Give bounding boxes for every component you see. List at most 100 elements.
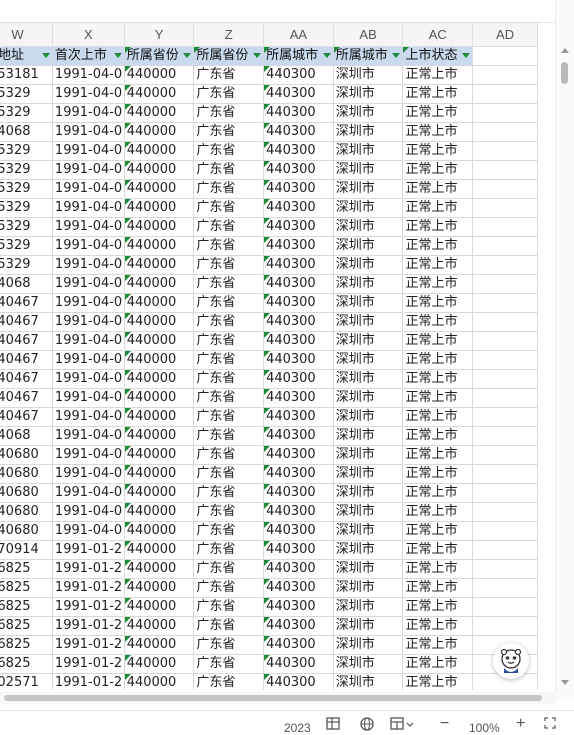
- table-cell[interactable]: 440300: [263, 559, 334, 579]
- table-cell[interactable]: 正常上市: [402, 673, 474, 690]
- table-cell[interactable]: 正常上市: [402, 635, 474, 655]
- table-row[interactable]: .5404671991-04-0440000广东省440300深圳市正常上市: [0, 388, 538, 408]
- table-cell[interactable]: 440000: [123, 616, 195, 636]
- empty-cell[interactable]: [472, 559, 538, 579]
- table-row[interactable]: .553291991-04-0440000广东省440300深圳市正常上市: [0, 103, 538, 123]
- table-cell[interactable]: 1991-04-0: [51, 122, 125, 142]
- table-cell[interactable]: .570914: [0, 540, 53, 560]
- table-cell[interactable]: 深圳市: [332, 616, 404, 636]
- table-cell[interactable]: 440300: [263, 464, 334, 484]
- table-row[interactable]: .553291991-04-0440000广东省440300深圳市正常上市: [0, 160, 538, 180]
- table-row[interactable]: .5404671991-04-0440000广东省440300深圳市正常上市: [0, 293, 538, 313]
- table-cell[interactable]: 正常上市: [402, 407, 474, 427]
- table-cell[interactable]: 广东省: [193, 426, 265, 446]
- table-cell[interactable]: 正常上市: [402, 521, 474, 541]
- table-cell[interactable]: 广东省: [193, 635, 265, 655]
- table-cell[interactable]: 1991-04-0: [51, 502, 125, 522]
- table-cell[interactable]: 正常上市: [402, 369, 474, 389]
- table-cell[interactable]: 440000: [123, 483, 195, 503]
- table-cell[interactable]: 1991-01-2: [51, 559, 125, 579]
- table-cell[interactable]: 深圳市: [332, 521, 404, 541]
- table-cell[interactable]: 1991-04-0: [51, 369, 125, 389]
- table-cell[interactable]: 深圳市: [332, 217, 404, 237]
- table-row[interactable]: .553291991-04-0440000广东省440300深圳市正常上市: [0, 236, 538, 256]
- table-cell[interactable]: 深圳市: [332, 369, 404, 389]
- table-cell[interactable]: 440300: [263, 103, 334, 123]
- table-cell[interactable]: 440000: [123, 141, 195, 161]
- table-cell[interactable]: 深圳市: [332, 84, 404, 104]
- table-row[interactable]: .5404671991-04-0440000广东省440300深圳市正常上市: [0, 312, 538, 332]
- vertical-scrollbar[interactable]: [555, 0, 574, 700]
- table-cell[interactable]: 440300: [263, 635, 334, 655]
- table-cell[interactable]: 正常上市: [402, 350, 474, 370]
- table-cell[interactable]: 440300: [263, 236, 334, 256]
- empty-cell[interactable]: [472, 179, 538, 199]
- table-cell[interactable]: 440000: [123, 179, 195, 199]
- table-cell[interactable]: 1991-04-0: [51, 388, 125, 408]
- field-header-cell[interactable]: 所属城市: [332, 46, 404, 66]
- table-row[interactable]: .5406801991-04-0440000广东省440300深圳市正常上市: [0, 521, 538, 541]
- table-cell[interactable]: 正常上市: [402, 502, 474, 522]
- table-row[interactable]: .5404671991-04-0440000广东省440300深圳市正常上市: [0, 331, 538, 351]
- filter-dropdown-icon[interactable]: [253, 53, 262, 58]
- empty-cell[interactable]: [472, 483, 538, 503]
- table-cell[interactable]: 1991-01-2: [51, 578, 125, 598]
- table-cell[interactable]: 1991-04-0: [51, 312, 125, 332]
- table-cell[interactable]: 深圳市: [332, 103, 404, 123]
- table-view-icon[interactable]: [326, 717, 342, 734]
- table-cell[interactable]: 正常上市: [402, 654, 474, 674]
- filter-dropdown-icon[interactable]: [322, 53, 331, 58]
- table-cell[interactable]: 广东省: [193, 65, 265, 85]
- table-cell[interactable]: 440000: [123, 160, 195, 180]
- table-cell[interactable]: .602571: [0, 673, 53, 690]
- table-cell[interactable]: 正常上市: [402, 103, 474, 123]
- table-cell[interactable]: 440300: [263, 521, 334, 541]
- table-cell[interactable]: 440000: [123, 84, 195, 104]
- spreadsheet-grid[interactable]: WXYZAAABACAD 册地址 首次上市 所属省份 所属省份 所属城市 所属城市 上市状态…: [0, 22, 556, 690]
- table-cell[interactable]: 广东省: [193, 483, 265, 503]
- table-cell[interactable]: 440300: [263, 255, 334, 275]
- table-cell[interactable]: 440300: [263, 426, 334, 446]
- table-cell[interactable]: 深圳市: [332, 141, 404, 161]
- table-cell[interactable]: 1991-04-0: [51, 198, 125, 218]
- table-row[interactable]: .568251991-01-2440000广东省440300深圳市正常上市: [0, 597, 538, 617]
- table-cell[interactable]: 广东省: [193, 578, 265, 598]
- table-cell[interactable]: 深圳市: [332, 407, 404, 427]
- table-cell[interactable]: 1991-04-0: [51, 160, 125, 180]
- table-row[interactable]: .5406801991-04-0440000广东省440300深圳市正常上市: [0, 483, 538, 503]
- table-cell[interactable]: 1991-04-0: [51, 84, 125, 104]
- table-cell[interactable]: 440000: [123, 654, 195, 674]
- table-cell[interactable]: .55329: [0, 255, 53, 275]
- table-cell[interactable]: 广东省: [193, 369, 265, 389]
- column-header-w[interactable]: W: [0, 22, 53, 47]
- table-cell[interactable]: 广东省: [193, 464, 265, 484]
- table-cell[interactable]: 440000: [123, 502, 195, 522]
- column-header-z[interactable]: Z: [193, 22, 265, 47]
- table-cell[interactable]: 正常上市: [402, 559, 474, 579]
- table-cell[interactable]: 广东省: [193, 122, 265, 142]
- table-cell[interactable]: 440000: [123, 597, 195, 617]
- table-cell[interactable]: 深圳市: [332, 426, 404, 446]
- table-row[interactable]: .5404671991-04-0440000广东省440300深圳市正常上市: [0, 369, 538, 389]
- table-cell[interactable]: 正常上市: [402, 198, 474, 218]
- table-cell[interactable]: 深圳市: [332, 654, 404, 674]
- table-cell[interactable]: 广东省: [193, 141, 265, 161]
- table-row[interactable]: .568251991-01-2440000广东省440300深圳市正常上市: [0, 616, 538, 636]
- table-row[interactable]: .5709141991-01-2440000广东省440300深圳市正常上市: [0, 540, 538, 560]
- table-cell[interactable]: 440300: [263, 502, 334, 522]
- field-header-cell[interactable]: 所属省份: [123, 46, 195, 66]
- table-cell[interactable]: 440300: [263, 293, 334, 313]
- table-cell[interactable]: .540467: [0, 331, 53, 351]
- table-cell[interactable]: 1991-04-0: [51, 464, 125, 484]
- empty-cell[interactable]: [472, 236, 538, 256]
- empty-cell[interactable]: [472, 274, 538, 294]
- table-cell[interactable]: 广东省: [193, 502, 265, 522]
- field-header-cell[interactable]: 上市状态: [402, 46, 474, 66]
- table-cell[interactable]: 正常上市: [402, 65, 474, 85]
- table-cell[interactable]: 正常上市: [402, 293, 474, 313]
- table-cell[interactable]: 广东省: [193, 255, 265, 275]
- table-cell[interactable]: .54068: [0, 274, 53, 294]
- table-cell[interactable]: 440000: [123, 369, 195, 389]
- empty-cell[interactable]: [472, 578, 538, 598]
- table-row[interactable]: .553291991-04-0440000广东省440300深圳市正常上市: [0, 255, 538, 275]
